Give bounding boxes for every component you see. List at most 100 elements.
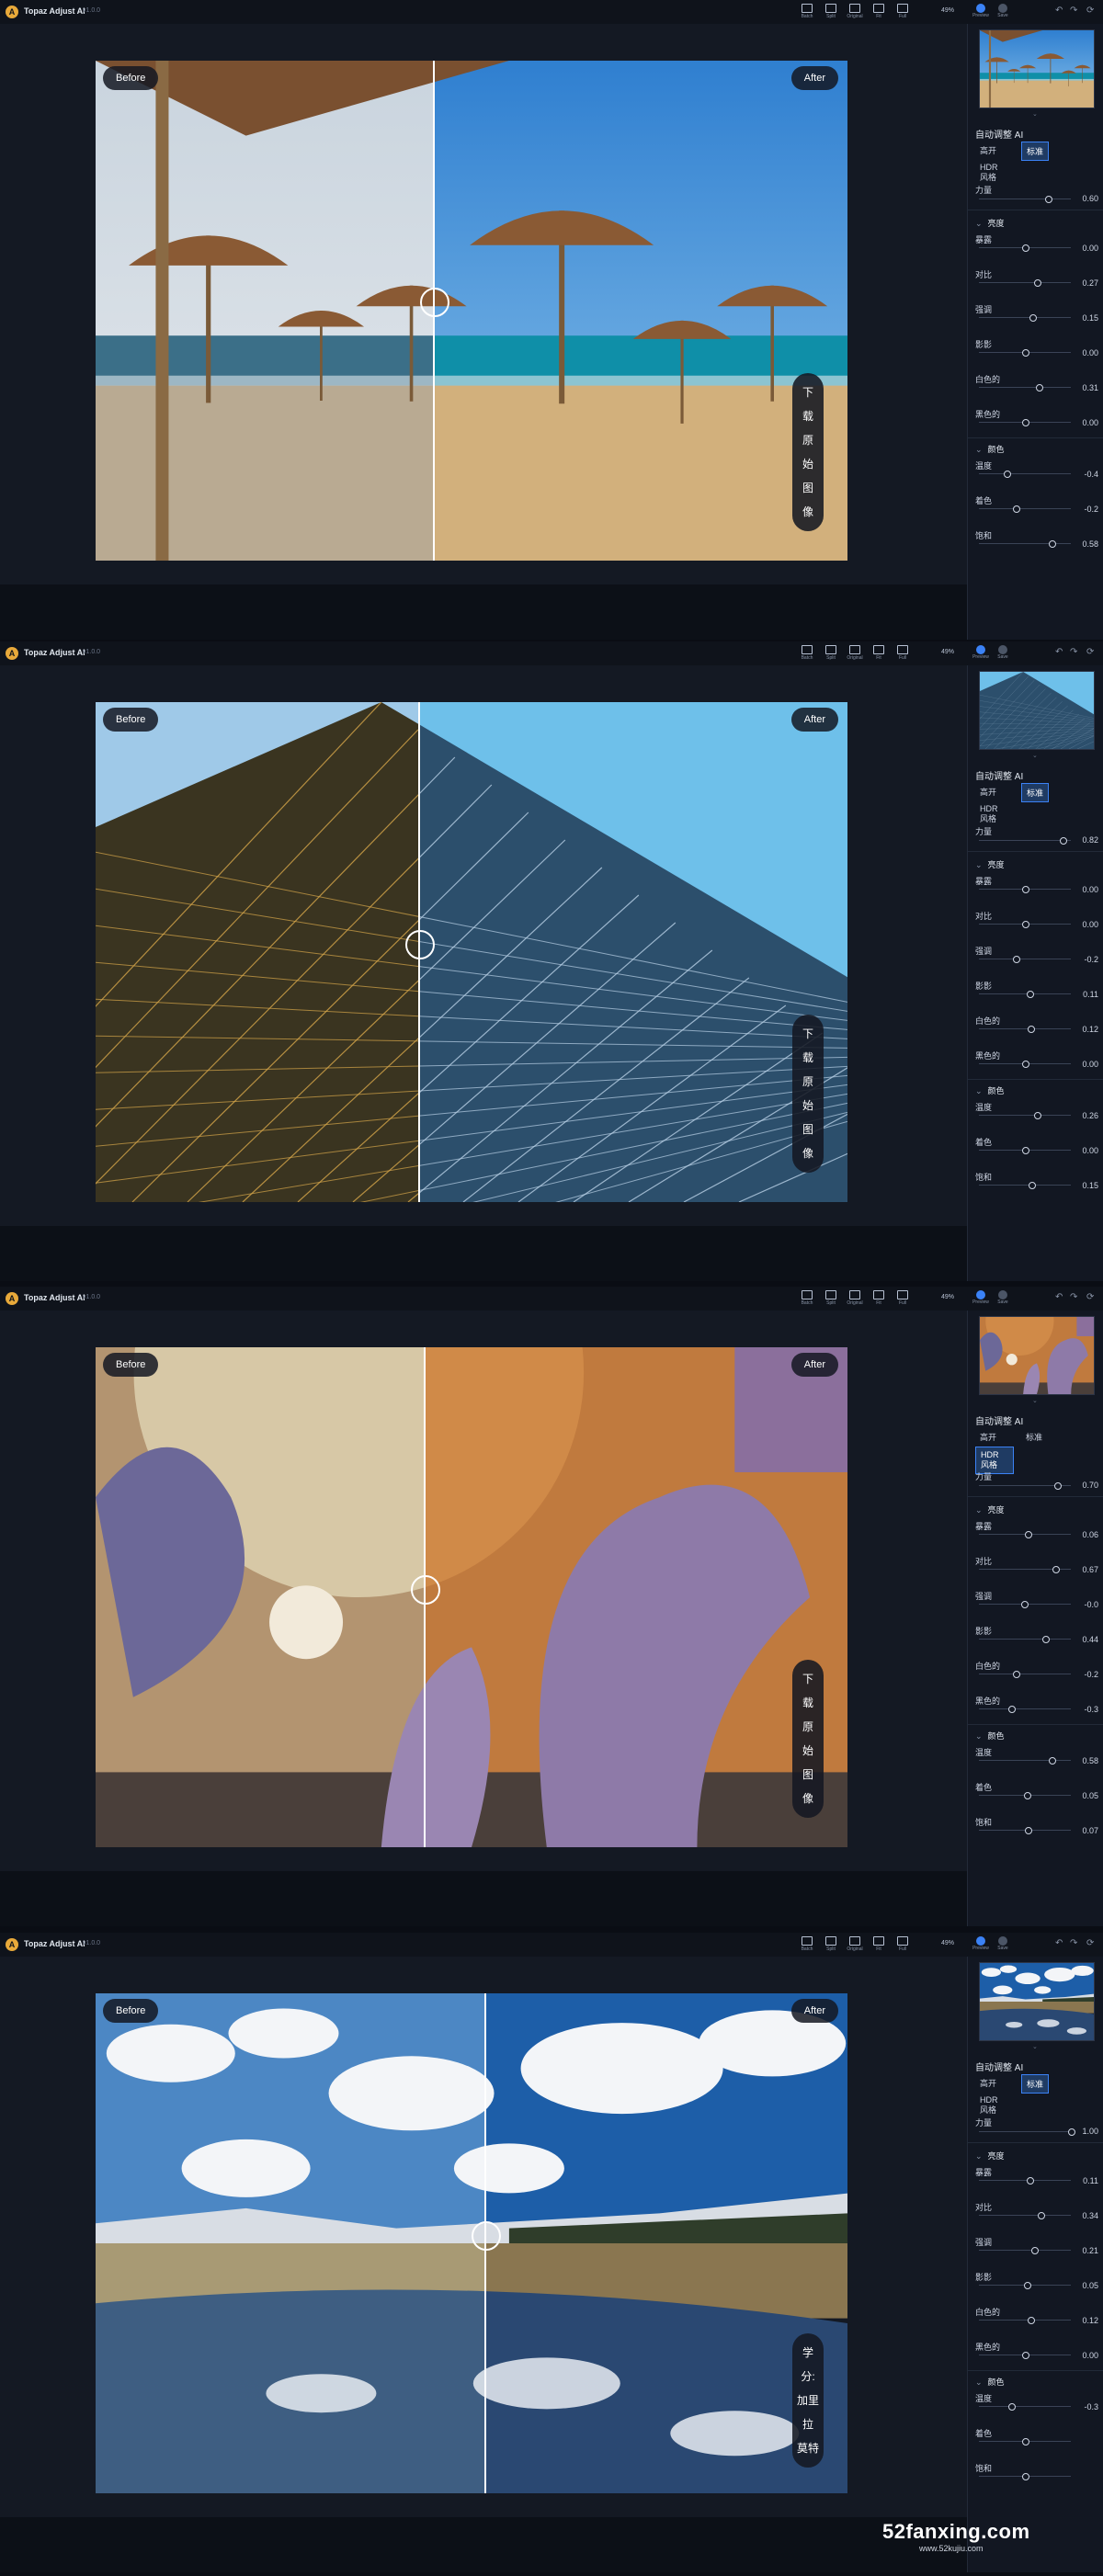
temperature-slider-knob[interactable]	[1049, 1757, 1056, 1765]
tint-slider-knob[interactable]	[1022, 2438, 1029, 2445]
toolbar-original-button[interactable]: Original	[846, 1290, 864, 1307]
tint-slider[interactable]	[979, 508, 1071, 509]
navigator-thumbnail[interactable]	[979, 1962, 1095, 2041]
refresh-icon[interactable]: ⟳	[1086, 1938, 1094, 1948]
temperature-slider-knob[interactable]	[1008, 2403, 1016, 2411]
undo-icon[interactable]: ↶	[1055, 1938, 1063, 1948]
strength-slider[interactable]	[979, 840, 1071, 841]
temperature-slider[interactable]	[979, 1115, 1071, 1116]
saturation-slider-knob[interactable]	[1049, 540, 1056, 548]
toolbar-fit-button[interactable]: Fit	[870, 645, 888, 662]
highlights-slider-knob[interactable]	[1029, 314, 1037, 322]
color-group-header[interactable]: ⌄ 颜色	[975, 443, 1005, 455]
comparison-image[interactable]: Before After 下载原始图像	[96, 702, 847, 1202]
toolbar-split-button[interactable]: Split	[822, 1290, 840, 1307]
split-handle[interactable]	[411, 1575, 440, 1605]
split-handle[interactable]	[472, 2221, 501, 2251]
exposure-slider-knob[interactable]	[1022, 244, 1029, 252]
toolbar-preview-button[interactable]: Preview	[972, 1290, 989, 1307]
zoom-level[interactable]: 49%	[941, 1294, 954, 1300]
toolbar-preview-button[interactable]: Preview	[972, 1936, 989, 1953]
shadows-slider-knob[interactable]	[1042, 1636, 1050, 1643]
toolbar-preview-button[interactable]: Preview	[972, 645, 989, 662]
chevron-down-icon[interactable]: ⌄	[1032, 752, 1038, 759]
split-handle[interactable]	[405, 930, 435, 959]
color-group-header[interactable]: ⌄ 颜色	[975, 1730, 1005, 1742]
toolbar-full-button[interactable]: Full	[893, 1936, 912, 1953]
exposure-slider-knob[interactable]	[1022, 886, 1029, 893]
strength-slider[interactable]	[979, 2131, 1071, 2132]
exposure-slider[interactable]	[979, 2180, 1071, 2181]
toolbar-batch-button[interactable]: Batch	[798, 1936, 816, 1953]
blacks-slider-knob[interactable]	[1022, 419, 1029, 426]
shadows-slider-knob[interactable]	[1022, 349, 1029, 357]
brightness-group-header[interactable]: ⌄ 亮度	[975, 2150, 1005, 2162]
temperature-slider-knob[interactable]	[1004, 471, 1011, 478]
comparison-image[interactable]: Before After 下载原始图像	[96, 1347, 847, 1847]
brightness-group-header[interactable]: ⌄ 亮度	[975, 858, 1005, 870]
mode-a-button[interactable]: 高开	[975, 1428, 1001, 1446]
hdr-style-button[interactable]: HDR 风格	[975, 160, 1012, 186]
strength-slider-knob[interactable]	[1045, 196, 1052, 203]
contrast-slider[interactable]	[979, 282, 1071, 283]
tint-slider-knob[interactable]	[1013, 505, 1020, 513]
toolbar-save-button[interactable]: Save	[995, 1936, 1011, 1953]
exposure-slider-knob[interactable]	[1025, 1531, 1032, 1538]
contrast-slider-knob[interactable]	[1034, 279, 1041, 287]
zoom-level[interactable]: 49%	[941, 649, 954, 655]
undo-icon[interactable]: ↶	[1055, 1292, 1063, 1302]
brightness-group-header[interactable]: ⌄ 亮度	[975, 1504, 1005, 1515]
toolbar-save-button[interactable]: Save	[995, 1290, 1011, 1307]
toolbar-original-button[interactable]: Original	[846, 4, 864, 20]
shadows-slider-knob[interactable]	[1027, 991, 1034, 998]
temperature-slider[interactable]	[979, 2406, 1071, 2407]
zoom-level[interactable]: 49%	[941, 7, 954, 14]
toolbar-split-button[interactable]: Split	[822, 4, 840, 20]
toolbar-full-button[interactable]: Full	[893, 645, 912, 662]
navigator-thumbnail[interactable]	[979, 1316, 1095, 1395]
exposure-slider-knob[interactable]	[1027, 2177, 1034, 2184]
comparison-image[interactable]: Before After 下载原始图像	[96, 61, 847, 561]
toolbar-fit-button[interactable]: Fit	[870, 1936, 888, 1953]
mode-b-button[interactable]: 标准	[1021, 142, 1050, 161]
toolbar-batch-button[interactable]: Batch	[798, 645, 816, 662]
blacks-slider[interactable]	[979, 1708, 1071, 1709]
navigator-thumbnail[interactable]	[979, 29, 1095, 108]
contrast-slider-knob[interactable]	[1038, 2212, 1045, 2219]
mode-b-button[interactable]: 标准	[1021, 783, 1050, 802]
toolbar-split-button[interactable]: Split	[822, 645, 840, 662]
chevron-down-icon[interactable]: ⌄	[1032, 1397, 1038, 1404]
zoom-level[interactable]: 49%	[941, 1940, 954, 1946]
toolbar-original-button[interactable]: Original	[846, 645, 864, 662]
color-group-header[interactable]: ⌄ 颜色	[975, 1084, 1005, 1096]
saturation-slider[interactable]	[979, 543, 1071, 544]
mode-a-button[interactable]: 高开	[975, 2074, 1001, 2092]
highlights-slider-knob[interactable]	[1021, 1601, 1029, 1608]
contrast-slider[interactable]	[979, 2215, 1071, 2216]
highlights-slider-knob[interactable]	[1013, 956, 1020, 963]
blacks-slider-knob[interactable]	[1008, 1706, 1016, 1713]
refresh-icon[interactable]: ⟳	[1086, 6, 1094, 16]
whites-slider-knob[interactable]	[1036, 384, 1043, 392]
shadows-slider[interactable]	[979, 993, 1071, 994]
strength-slider-knob[interactable]	[1054, 1482, 1062, 1490]
whites-slider-knob[interactable]	[1028, 1026, 1035, 1033]
split-handle[interactable]	[420, 288, 449, 317]
toolbar-split-button[interactable]: Split	[822, 1936, 840, 1953]
toolbar-fit-button[interactable]: Fit	[870, 4, 888, 20]
saturation-slider[interactable]	[979, 1185, 1071, 1186]
redo-icon[interactable]: ↷	[1070, 1938, 1077, 1948]
comparison-image[interactable]: Before After 学分: 加里拉莫特	[96, 1993, 847, 2493]
navigator-thumbnail[interactable]	[979, 671, 1095, 750]
toolbar-save-button[interactable]: Save	[995, 4, 1011, 20]
toolbar-preview-button[interactable]: Preview	[972, 4, 989, 20]
whites-slider-knob[interactable]	[1028, 2317, 1035, 2324]
redo-icon[interactable]: ↷	[1070, 647, 1077, 657]
color-group-header[interactable]: ⌄ 颜色	[975, 2376, 1005, 2388]
refresh-icon[interactable]: ⟳	[1086, 1292, 1094, 1302]
undo-icon[interactable]: ↶	[1055, 6, 1063, 16]
redo-icon[interactable]: ↷	[1070, 6, 1077, 16]
highlights-slider[interactable]	[979, 2250, 1071, 2251]
refresh-icon[interactable]: ⟳	[1086, 647, 1094, 657]
toolbar-full-button[interactable]: Full	[893, 1290, 912, 1307]
